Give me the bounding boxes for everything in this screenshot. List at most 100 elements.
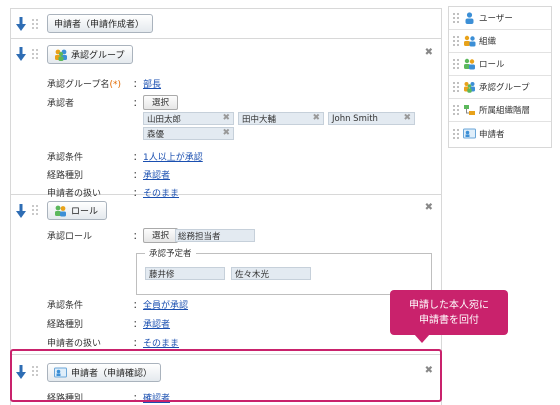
planned-approver-name: 藤井修	[149, 269, 175, 280]
drag-handle-icon[interactable]	[453, 82, 459, 92]
palette-label: ユーザー	[479, 14, 513, 24]
route-type-label: 経路種別	[47, 170, 84, 181]
node-palette: ユーザー 組織 ロール 承認グループ 所属組織階層 申請者	[448, 6, 552, 148]
role-chip: 総務担当者	[175, 229, 255, 242]
approver-name: John Smith	[332, 113, 378, 124]
approvers-label: 承認者	[47, 98, 75, 109]
applicant-handling-label: 申請者の扱い	[47, 338, 102, 349]
planned-approver-name: 佐々木光	[235, 269, 270, 280]
drag-handle-icon[interactable]	[32, 19, 38, 29]
drag-handle-icon[interactable]	[453, 128, 459, 139]
route-type-link[interactable]: 承認者	[143, 317, 170, 330]
route-type-label: 経路種別	[47, 319, 84, 330]
condition-row: 承認条件 ： 1人以上が承認	[47, 149, 431, 163]
required-mark: (*)	[109, 79, 121, 90]
approval-group-title[interactable]: 承認グループ	[47, 45, 134, 64]
applicant-confirm-block[interactable]: 申請者（申請確認） ✖ 経路種別 ： 確認者	[11, 355, 441, 405]
approvers-row: 承認者 ： 選択	[47, 94, 431, 110]
palette-item-approval-group[interactable]: 承認グループ	[449, 76, 551, 99]
select-approvers-button[interactable]: 選択	[143, 94, 179, 110]
palette-item-role[interactable]: ロール	[449, 53, 551, 76]
palette-label: ロール	[479, 60, 505, 70]
role-icon	[55, 205, 66, 216]
close-icon[interactable]: ✖	[425, 47, 433, 58]
palette-label: 所属組織階層	[479, 106, 531, 116]
approver-chip: John Smith ✖	[328, 112, 415, 125]
remove-icon[interactable]: ✖	[403, 113, 411, 123]
arrow-down-icon	[16, 47, 26, 61]
group-name-label: 承認グループ名	[47, 79, 110, 90]
condition-label: 承認条件	[47, 152, 84, 163]
route-type-label: 経路種別	[47, 393, 84, 404]
arrow-down-icon	[16, 17, 26, 31]
palette-item-org-hierarchy[interactable]: 所属組織階層	[449, 99, 551, 122]
colon: ：	[133, 393, 143, 404]
remove-icon[interactable]: ✖	[312, 113, 320, 123]
user-icon	[465, 12, 474, 24]
role-label: 承認ロール	[47, 231, 93, 242]
approver-name: 森優	[147, 129, 165, 140]
route-type-link[interactable]: 確認者	[143, 391, 170, 404]
select-role-button[interactable]: 選択	[143, 227, 179, 243]
route-type-row: 経路種別 ： 確認者	[47, 390, 431, 404]
planned-approver-chip: 藤井修	[145, 267, 225, 280]
condition-link[interactable]: 1人以上が承認	[143, 150, 203, 163]
approver-chip: 田中大輔 ✖	[238, 112, 324, 125]
approval-group-block[interactable]: 承認グループ ✖ 承認グループ名(*) ： 部長 承認者 ： 選択 山田太郎 ✖ …	[11, 39, 441, 199]
colon: ：	[133, 170, 143, 181]
condition-link[interactable]: 全員が承認	[143, 298, 188, 311]
condition-row: 承認条件 ： 全員が承認	[47, 297, 431, 311]
palette-label: 組織	[479, 37, 497, 47]
callout-tail	[414, 334, 430, 343]
colon: ：	[133, 98, 143, 109]
condition-label: 承認条件	[47, 300, 84, 311]
applicant-icon	[463, 128, 476, 138]
colon: ：	[133, 319, 143, 330]
role-block[interactable]: ロール ✖ 承認ロール ： 選択 総務担当者 承認予定者 藤井修 佐々木光 承認…	[11, 195, 441, 355]
callout-line-2: 申請書を回付	[419, 314, 479, 326]
remove-icon[interactable]: ✖	[222, 113, 230, 123]
role-name: 総務担当者	[178, 231, 221, 242]
route-type-link[interactable]: 承認者	[143, 168, 170, 181]
applicant-handling-link[interactable]: そのまま	[143, 336, 179, 349]
drag-handle-icon[interactable]	[32, 366, 38, 376]
drag-handle-icon[interactable]	[453, 59, 459, 69]
route-type-row: 経路種別 ： 承認者	[47, 167, 431, 181]
drag-handle-icon[interactable]	[32, 49, 38, 59]
role-title[interactable]: ロール	[47, 201, 108, 220]
arrow-down-icon	[16, 204, 26, 218]
applicant-icon	[54, 367, 67, 377]
applicant-confirm-title[interactable]: 申請者（申請確認）	[47, 363, 162, 382]
approver-name: 田中大輔	[242, 114, 277, 125]
block-title: 申請者（申請作成者）	[54, 20, 145, 30]
approver-name: 山田太郎	[147, 114, 182, 125]
palette-item-user[interactable]: ユーザー	[449, 7, 551, 30]
group-name-link[interactable]: 部長	[143, 77, 161, 90]
palette-item-organization[interactable]: 組織	[449, 30, 551, 53]
block-title: 申請者（申請確認）	[71, 369, 153, 379]
callout-annotation: 申請した本人宛に 申請書を回付	[390, 290, 508, 343]
palette-label: 承認グループ	[479, 83, 530, 93]
colon: ：	[133, 300, 143, 311]
drag-handle-icon[interactable]	[32, 205, 38, 215]
palette-item-applicant[interactable]: 申請者	[449, 122, 551, 145]
role-icon	[464, 58, 475, 70]
close-icon[interactable]: ✖	[425, 365, 433, 376]
colon: ：	[133, 231, 143, 242]
route-type-row: 経路種別 ： 承認者	[47, 316, 431, 330]
group-icon	[464, 82, 475, 93]
colon: ：	[133, 338, 143, 349]
applicant-creator-title[interactable]: 申請者（申請作成者）	[47, 14, 154, 33]
drag-handle-icon[interactable]	[453, 13, 459, 23]
block-title: ロール	[71, 207, 99, 217]
planned-approvers-box: 承認予定者 藤井修 佐々木光	[136, 247, 432, 295]
remove-icon[interactable]: ✖	[222, 128, 230, 138]
applicant-creator-block[interactable]: 申請者（申請作成者）	[11, 9, 441, 39]
drag-handle-icon[interactable]	[453, 105, 459, 115]
close-icon[interactable]: ✖	[425, 202, 433, 213]
drag-handle-icon[interactable]	[453, 36, 459, 46]
colon: ：	[133, 152, 143, 163]
arrow-down-icon	[16, 365, 26, 379]
approver-chip: 森優 ✖	[143, 127, 234, 140]
organization-icon	[464, 35, 476, 47]
